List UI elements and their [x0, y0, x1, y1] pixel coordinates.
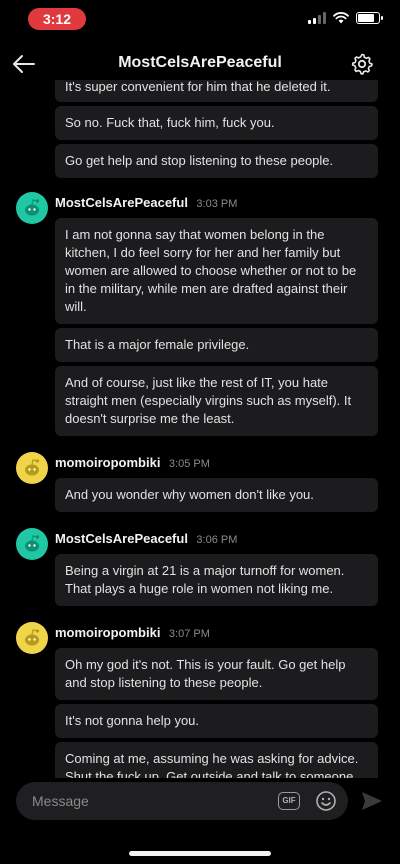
message-list[interactable]: It's super convenient for him that he de…: [0, 80, 400, 778]
message-group: MostCelsArePeaceful 3:06 PM Being a virg…: [0, 528, 400, 606]
message-time: 3:07 PM: [168, 628, 210, 640]
signal-icon: [308, 12, 326, 24]
sender-name[interactable]: MostCelsArePeaceful: [55, 195, 188, 210]
battery-icon: [356, 12, 383, 24]
wifi-icon: [333, 12, 349, 24]
message-bubble: That is a major female privilege.: [55, 328, 378, 362]
snoo-avatar-icon: [25, 629, 40, 646]
avatar[interactable]: [16, 622, 48, 654]
message-group: It's super convenient for him that he de…: [0, 80, 400, 178]
snoo-avatar-icon: [25, 199, 40, 216]
message-bubble: I am not gonna say that women belong in …: [55, 218, 378, 324]
message-bubble: Being a virgin at 21 is a major turnoff …: [55, 554, 378, 606]
message-bubble: And of course, just like the rest of IT,…: [55, 366, 378, 436]
message-time: 3:05 PM: [168, 458, 210, 470]
message-bubble: So no. Fuck that, fuck him, fuck you.: [55, 106, 378, 140]
message-bubble: Go get help and stop listening to these …: [55, 144, 378, 178]
avatar[interactable]: [16, 452, 48, 484]
message-time: 3:03 PM: [196, 198, 238, 210]
chat-title: MostCelsArePeaceful: [118, 54, 282, 71]
message-bubble: Coming at me, assuming he was asking for…: [55, 742, 378, 778]
gif-button[interactable]: GIF: [278, 792, 300, 810]
message-bubble: Oh my god it's not. This is your fault. …: [55, 648, 378, 700]
gear-icon: [351, 53, 373, 75]
sender-line: momoiropombiki 3:07 PM: [55, 622, 378, 644]
emoji-icon[interactable]: [315, 790, 337, 812]
message-input[interactable]: [32, 782, 272, 820]
message-group: momoiropombiki 3:05 PM And you wonder wh…: [0, 452, 400, 512]
status-icons: [308, 12, 383, 24]
sender-name[interactable]: MostCelsArePeaceful: [55, 531, 188, 546]
snoo-avatar-icon: [25, 459, 40, 476]
sender-line: MostCelsArePeaceful 3:06 PM: [55, 528, 378, 550]
send-icon[interactable]: [360, 790, 384, 812]
avatar[interactable]: [16, 192, 48, 224]
message-group: momoiropombiki 3:07 PM Oh my god it's no…: [0, 622, 400, 778]
settings-button[interactable]: [348, 50, 376, 78]
sender-name[interactable]: momoiropombiki: [55, 625, 160, 640]
message-group: MostCelsArePeaceful 3:03 PM I am not gon…: [0, 192, 400, 436]
status-time: 3:12: [28, 8, 86, 30]
avatar[interactable]: [16, 528, 48, 560]
message-bubble: It's super convenient for him that he de…: [55, 80, 378, 102]
sender-name[interactable]: momoiropombiki: [55, 455, 160, 470]
message-bubble: It's not gonna help you.: [55, 704, 378, 738]
status-bar: 3:12: [0, 0, 400, 40]
message-bubble: And you wonder why women don't like you.: [55, 478, 378, 512]
battery-level: [358, 14, 374, 22]
snoo-avatar-icon: [25, 535, 40, 552]
message-time: 3:06 PM: [196, 534, 238, 546]
sender-line: momoiropombiki 3:05 PM: [55, 452, 378, 474]
message-composer: GIF: [16, 782, 348, 820]
sender-line: MostCelsArePeaceful 3:03 PM: [55, 192, 378, 214]
home-indicator: [129, 851, 271, 856]
